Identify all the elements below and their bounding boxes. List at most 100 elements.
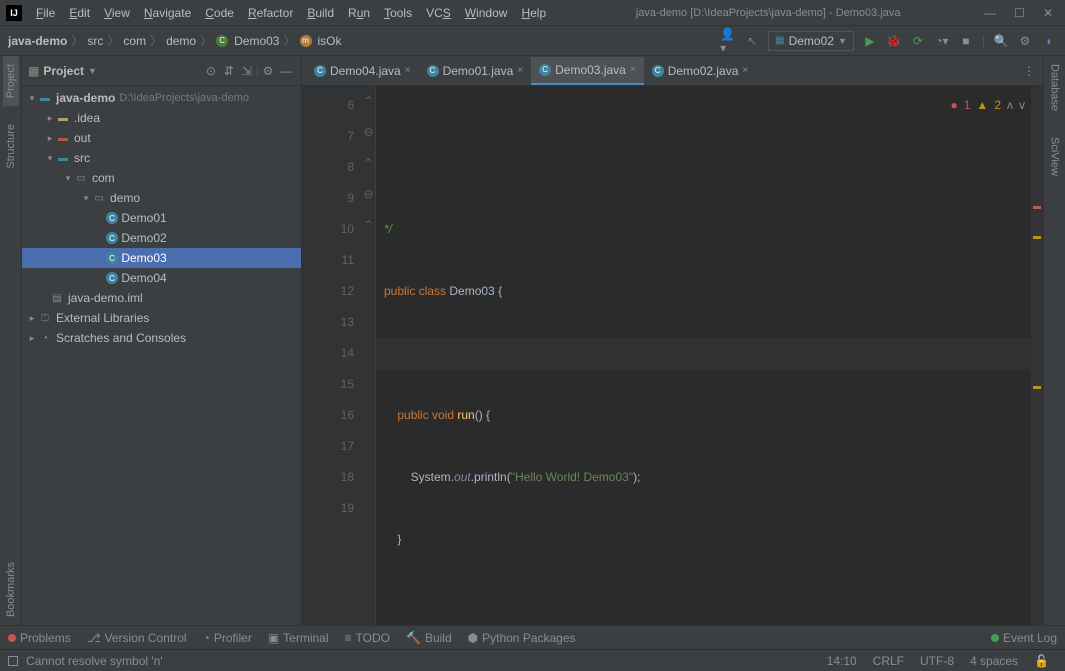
right-tab-database[interactable]: Database [1047,56,1063,119]
close-button[interactable]: ✕ [1043,6,1053,20]
tree-demo04[interactable]: C Demo04 [22,268,301,288]
left-tab-bookmarks[interactable]: Bookmarks [3,554,19,625]
bc-demo[interactable]: demo [166,34,196,48]
tree-scratches[interactable]: ▸◔Scratches and Consoles [22,328,301,348]
left-tab-project[interactable]: Project [3,56,19,106]
tree-src[interactable]: ▾▬src [22,148,301,168]
tree-demo02[interactable]: C Demo02 [22,228,301,248]
run-button[interactable]: ▶ [862,33,878,49]
coverage-button[interactable]: ⟳ [910,33,926,49]
menu-tools[interactable]: Tools [378,4,418,22]
menu-code[interactable]: Code [199,4,240,22]
menu-view[interactable]: View [98,4,136,22]
editor-tabs: CDemo04.java× CDemo01.java× CDemo03.java… [302,56,1043,86]
maximize-button[interactable]: ☐ [1014,6,1025,20]
tree-idea[interactable]: ▸▬.idea [22,108,301,128]
tree-demo01[interactable]: C Demo01 [22,208,301,228]
collapse-all-icon[interactable]: ⇲ [238,62,256,80]
debug-button[interactable]: 🐞 [886,33,902,49]
tool-vcs[interactable]: ⎇Version Control [87,631,187,645]
menu-vcs[interactable]: VCS [420,4,457,22]
error-stripe[interactable] [1031,86,1043,625]
folder-icon: ▬ [56,131,70,145]
user-icon[interactable]: 👤▾ [720,33,736,49]
tree-out[interactable]: ▸▬out [22,128,301,148]
class-icon: C [652,65,664,77]
stop-button[interactable]: ■ [958,33,974,49]
menu-refactor[interactable]: Refactor [242,4,299,22]
tab-demo04[interactable]: CDemo04.java× [306,57,419,85]
bc-class[interactable]: Demo03 [234,34,279,48]
tree-demo03[interactable]: C Demo03 [22,248,301,268]
code-area[interactable]: */ public class Demo03 { public void run… [376,86,1031,625]
profiler-button[interactable]: ◔▾ [934,33,950,49]
select-opened-icon[interactable]: ⊙ [202,62,220,80]
code-editor[interactable]: 678910111213141516171819 ⌃⊖⌃⊖⌃ */ public… [302,86,1043,625]
right-tab-sciview[interactable]: SciView [1047,129,1063,184]
menu-navigate[interactable]: Navigate [138,4,197,22]
tree-root-path: D:\IdeaProjects\java-demo [119,92,249,104]
tabs-more[interactable]: ⋮ [1015,64,1043,78]
status-toggle-icon[interactable] [8,656,18,666]
bc-src[interactable]: src [87,34,103,48]
close-icon[interactable]: × [630,64,636,75]
minimize-button[interactable]: ― [984,6,996,20]
caret-position[interactable]: 14:10 [819,654,865,668]
menu-run[interactable]: Run [342,4,376,22]
run-config-combo[interactable]: ▦ Demo02 ▼ [768,31,854,51]
menu-help[interactable]: Help [515,4,552,22]
run-config-icon: ▦ [775,35,784,46]
tree-com[interactable]: ▾▭com [22,168,301,188]
next-highlight-icon[interactable]: v [1019,90,1025,121]
menu-build[interactable]: Build [301,4,340,22]
tool-profiler[interactable]: ◔Profiler [203,631,252,645]
search-button[interactable]: 🔍 [993,33,1009,49]
bc-com[interactable]: com [123,34,146,48]
tool-todo[interactable]: ≡TODO [345,631,390,645]
menu-window[interactable]: Window [459,4,514,22]
run-config-label: Demo02 [789,34,834,48]
tab-demo01[interactable]: CDemo01.java× [419,57,532,85]
tab-demo02[interactable]: CDemo02.java× [644,57,757,85]
settings-button[interactable]: ⚙ [1017,33,1033,49]
chevron-down-icon[interactable]: ▼ [88,66,97,76]
project-tree[interactable]: ▾▬ java-demo D:\IdeaProjects\java-demo ▸… [22,86,301,625]
hide-panel-icon[interactable]: ― [277,62,295,80]
bc-project[interactable]: java-demo [8,34,67,48]
tool-terminal[interactable]: ▣Terminal [268,631,329,645]
readonly-toggle-icon[interactable]: 🔓 [1026,654,1057,668]
left-tab-structure[interactable]: Structure [3,116,19,177]
fold-gutter[interactable]: ⌃⊖⌃⊖⌃ [362,86,376,625]
expand-all-icon[interactable]: ⇵ [220,62,238,80]
indent-setting[interactable]: 4 spaces [962,654,1026,668]
menu-file[interactable]: File [30,4,61,22]
tool-build[interactable]: 🔨Build [406,631,452,645]
terminal-icon: ▣ [268,631,279,645]
tree-ext-lib[interactable]: ▸⏍External Libraries [22,308,301,328]
tab-demo03[interactable]: CDemo03.java× [531,57,644,85]
close-icon[interactable]: × [405,65,411,76]
menu-edit[interactable]: Edit [63,4,96,22]
tree-root[interactable]: ▾▬ java-demo D:\IdeaProjects\java-demo [22,88,301,108]
file-encoding[interactable]: UTF-8 [912,654,962,668]
build-icon[interactable]: ↖ [744,33,760,49]
file-icon: ▤ [50,291,64,305]
bc-method[interactable]: isOk [318,34,342,48]
line-separator[interactable]: CRLF [865,654,912,668]
tree-demo[interactable]: ▾▭demo [22,188,301,208]
codewithme-button[interactable]: ◗ [1041,33,1057,49]
tool-event-log[interactable]: Event Log [991,631,1057,645]
tree-iml[interactable]: ▤java-demo.iml [22,288,301,308]
gear-icon[interactable]: ⚙ [259,62,277,80]
tool-problems[interactable]: Problems [8,631,71,645]
todo-icon: ≡ [345,631,352,645]
close-icon[interactable]: × [517,65,523,76]
prev-highlight-icon[interactable]: ʌ [1007,90,1013,121]
vcs-icon: ⎇ [87,631,101,645]
window-title: java-demo [D:\IdeaProjects\java-demo] - … [552,7,984,19]
package-icon: ▭ [92,191,106,205]
inspection-widget[interactable]: ●1 ▲2 ʌ v [950,90,1025,121]
close-icon[interactable]: × [742,65,748,76]
sidebar-title[interactable]: Project [43,64,84,78]
tool-python-packages[interactable]: ⬢Python Packages [468,631,576,645]
